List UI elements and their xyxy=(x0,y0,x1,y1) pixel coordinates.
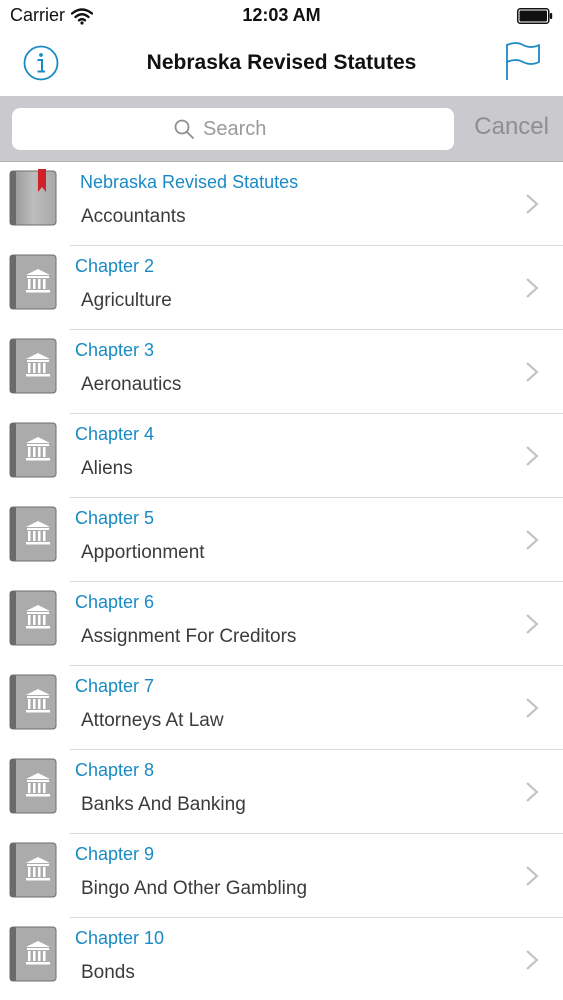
row-chapter-label: Chapter 10 xyxy=(75,928,165,948)
row-title: Accountants xyxy=(81,206,186,227)
list-item[interactable]: Chapter 4 Aliens xyxy=(0,414,563,498)
chevron-right-icon xyxy=(526,614,539,634)
list-item[interactable]: Chapter 9 Bingo And Other Gambling xyxy=(0,834,563,918)
courthouse-book-icon xyxy=(9,842,57,898)
list-item[interactable]: Chapter 2 Agriculture xyxy=(0,246,563,330)
battery-icon xyxy=(517,8,553,24)
chevron-right-icon xyxy=(526,866,539,886)
courthouse-book-icon xyxy=(9,758,57,814)
list-item[interactable]: Chapter 6 Assignment For Creditors xyxy=(0,582,563,666)
list-item[interactable]: Chapter 10 Bonds xyxy=(0,918,563,1000)
row-chapter-label: Chapter 4 xyxy=(75,424,155,444)
search-bar: Cancel xyxy=(0,96,563,162)
flag-icon[interactable] xyxy=(503,40,543,82)
courthouse-book-icon xyxy=(9,926,57,982)
search-input[interactable] xyxy=(203,117,293,141)
navigation-bar: Nebraska Revised Statutes xyxy=(0,32,563,96)
row-chapter-label: Chapter 5 xyxy=(75,508,155,528)
chevron-right-icon xyxy=(526,278,539,298)
list-item[interactable]: Chapter 8 Banks And Banking xyxy=(0,750,563,834)
list-item[interactable]: Chapter 5 Apportionment xyxy=(0,498,563,582)
chevron-right-icon xyxy=(526,950,539,970)
chevron-right-icon xyxy=(526,362,539,382)
list-item[interactable]: Chapter 7 Attorneys At Law xyxy=(0,666,563,750)
chevron-right-icon xyxy=(526,782,539,802)
row-chapter-label: Chapter 3 xyxy=(75,340,155,360)
courthouse-book-icon xyxy=(9,422,57,478)
list-item[interactable]: Nebraska Revised Statutes Accountants xyxy=(0,162,563,246)
row-chapter-label: Chapter 2 xyxy=(75,256,155,276)
courthouse-book-icon xyxy=(9,674,57,730)
row-chapter-label: Chapter 7 xyxy=(75,676,155,696)
row-title: Bonds xyxy=(81,962,135,983)
courthouse-book-icon xyxy=(9,590,57,646)
row-title: Attorneys At Law xyxy=(81,710,224,731)
row-title: Agriculture xyxy=(81,290,172,311)
row-title: Banks And Banking xyxy=(81,794,246,815)
row-chapter-label: Chapter 6 xyxy=(75,592,155,612)
page-title: Nebraska Revised Statutes xyxy=(146,51,417,74)
bookmark-book-icon xyxy=(9,169,57,226)
chevron-right-icon xyxy=(526,530,539,550)
row-chapter-label: Chapter 8 xyxy=(75,760,155,780)
list-item[interactable]: Chapter 3 Aeronautics xyxy=(0,330,563,414)
search-field[interactable] xyxy=(12,108,454,150)
search-icon xyxy=(174,119,194,139)
row-title: Apportionment xyxy=(81,542,205,563)
status-bar: Carrier 12:03 AM xyxy=(0,0,563,32)
courthouse-book-icon xyxy=(9,338,57,394)
chevron-right-icon xyxy=(526,194,539,214)
status-time: 12:03 AM xyxy=(242,5,321,25)
row-title: Aliens xyxy=(81,458,133,479)
chapter-list: Nebraska Revised Statutes Accountants Ch… xyxy=(0,162,563,1000)
chevron-right-icon xyxy=(526,698,539,718)
row-chapter-label: Chapter 9 xyxy=(75,844,155,864)
cancel-button[interactable]: Cancel xyxy=(474,113,549,141)
courthouse-book-icon xyxy=(9,254,57,310)
row-chapter-label: Nebraska Revised Statutes xyxy=(80,172,299,192)
chevron-right-icon xyxy=(526,446,539,466)
row-title: Assignment For Creditors xyxy=(81,626,297,647)
row-title: Aeronautics xyxy=(81,374,182,395)
row-title: Bingo And Other Gambling xyxy=(81,878,308,899)
courthouse-book-icon xyxy=(9,506,57,562)
